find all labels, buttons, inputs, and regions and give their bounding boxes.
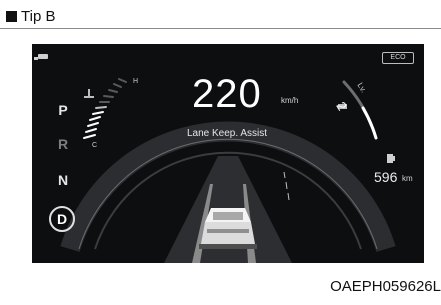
instrument-cluster: P R N D H C 220 km/h Lane Keep. Assist E… xyxy=(32,44,424,263)
caption: Tip B xyxy=(0,6,441,28)
gear-r: R xyxy=(57,136,69,152)
temperature-gauge xyxy=(83,78,127,139)
range-unit: km xyxy=(402,174,413,183)
caption-divider xyxy=(0,28,441,29)
assist-message: Lane Keep. Assist xyxy=(186,128,268,139)
gear-d-selected: D xyxy=(49,206,75,232)
car-door-icon xyxy=(34,54,48,60)
gear-p: P xyxy=(58,102,68,118)
coolant-temp-icon xyxy=(84,89,94,98)
temp-low-label: C xyxy=(92,142,98,149)
temp-high-label: H xyxy=(133,78,139,85)
speed-readout: 220 xyxy=(192,72,262,116)
eco-badge: ECO xyxy=(382,52,414,64)
figure-id: OAEPH059626L xyxy=(330,278,441,295)
square-bullet-icon xyxy=(6,11,17,22)
fuel-pump-icon xyxy=(387,154,395,163)
caption-text: Tip B xyxy=(21,8,56,25)
gear-n: N xyxy=(57,172,69,188)
range-readout: 596 xyxy=(374,169,398,185)
speed-unit: km/h xyxy=(281,96,299,105)
